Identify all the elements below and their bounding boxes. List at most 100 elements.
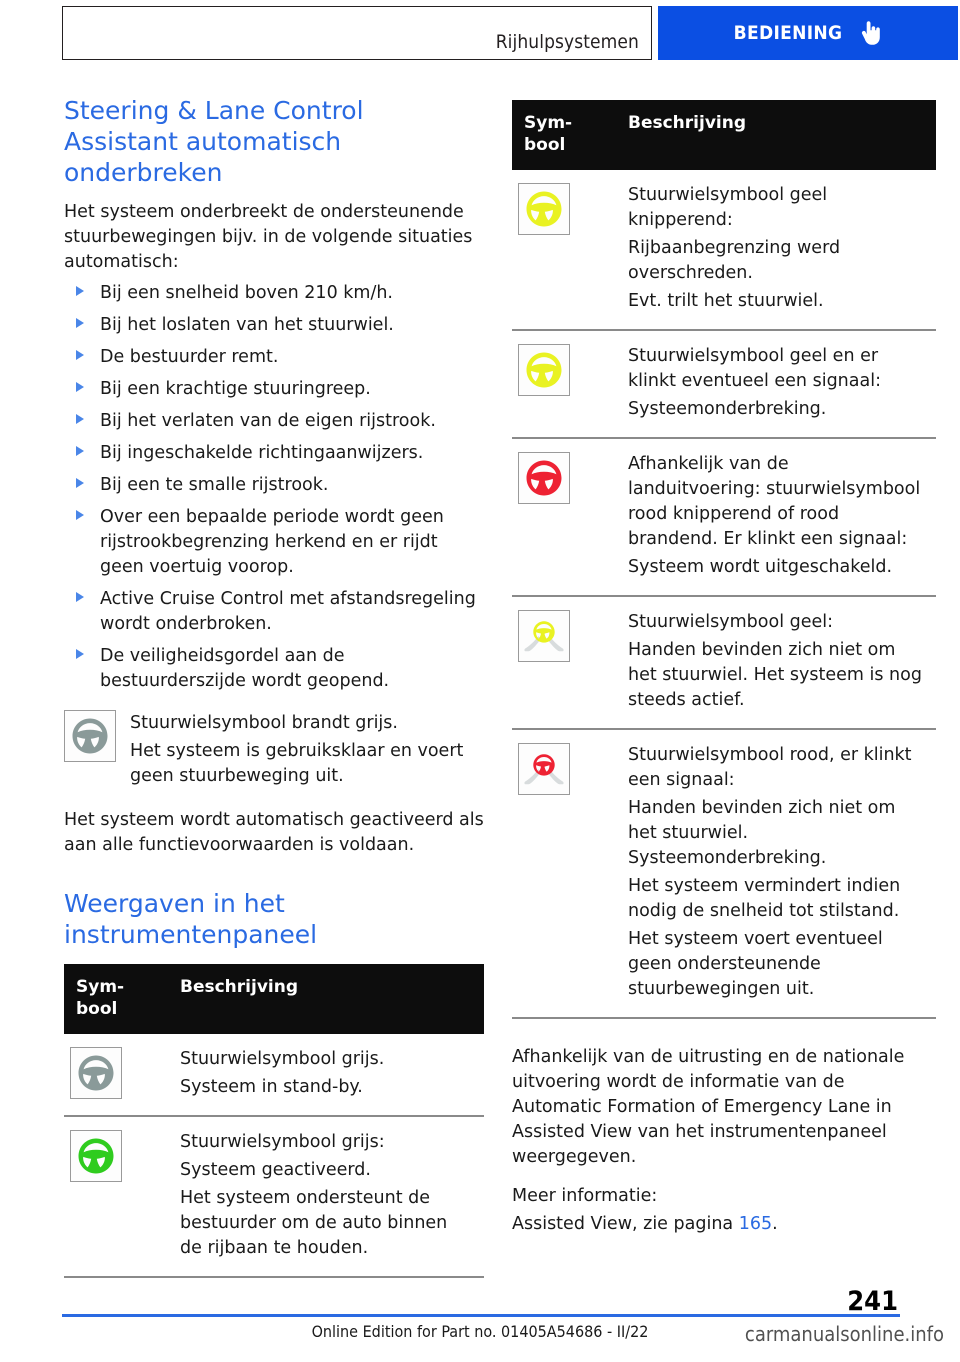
description-line: Handen bevinden zich niet om het stuurwi… (628, 640, 922, 710)
bullet-triangle-icon (76, 286, 84, 296)
description-cell: Stuurwielsymbool geel en er klinkt event… (618, 330, 936, 439)
bullet-triangle-icon (76, 382, 84, 392)
list-item: Bij ingeschakelde richtingaanwijzers. (64, 441, 484, 466)
tab-label: BEDIENING (733, 22, 843, 44)
symbol-cell (512, 596, 618, 730)
steering-wheel-green-icon (70, 1130, 122, 1182)
list-item: De bestuurder remt. (64, 345, 484, 370)
list-item: Bij het verlaten van de eigen rijstrook. (64, 409, 484, 434)
hands-off-wheel-red-icon (518, 743, 570, 795)
second-section-title: Weergaven in het instrumentenpaneel (64, 889, 318, 949)
symbol-cell (512, 330, 618, 439)
column-header-symbol: Sym- bool (512, 100, 618, 170)
page-title: Steering & Lane Control Assistant automa… (64, 96, 364, 187)
description-cell: Stuurwielsymbool geel knipperend: Rijbaa… (618, 170, 936, 331)
description-cell: Stuurwielsymbool grijs: Systeem geactive… (170, 1116, 484, 1278)
list-item-label: Bij het verlaten van de eigen rijstrook. (100, 411, 436, 431)
steering-wheel-grey-icon (64, 710, 116, 762)
description-cell: Stuurwielsymbool grijs. Systeem in stand… (170, 1034, 484, 1117)
grey-wheel-note: Stuurwielsymbool brandt grijs. Het syste… (64, 710, 484, 792)
description-line: Het systeem vermindert indien nodig de s… (628, 876, 901, 921)
hands-off-wheel-yellow-icon (518, 610, 570, 662)
description-line: Stuurwielsymbool grijs. (180, 1049, 385, 1069)
interrupt-conditions-list: Bij een snelheid boven 210 km/h. Bij het… (64, 281, 484, 694)
bullet-triangle-icon (76, 592, 84, 602)
intro-paragraph: Het systeem onderbreekt de ondersteunend… (64, 202, 473, 272)
description-cell: Stuurwielsymbool geel: Handen bevinden z… (618, 596, 936, 730)
bullet-triangle-icon (76, 510, 84, 520)
description-line: Stuurwielsymbool geel: (628, 612, 834, 632)
list-item: De veiligheidsgordel aan de bestuurdersz… (64, 644, 484, 694)
steering-wheel-red-icon (518, 452, 570, 504)
cross-reference-prefix: Assisted View, zie pagina (512, 1214, 739, 1234)
list-item: Bij een krachtige stuuringreep. (64, 377, 484, 402)
site-watermark: carmanualsonline.info (744, 1322, 944, 1346)
description-cell: Stuurwielsymbool rood, er klinkt een sig… (618, 729, 936, 1019)
description-line: Systeem geactiveerd. (180, 1160, 371, 1180)
table-row: Stuurwielsymbool geel knipperend: Rijbaa… (512, 170, 936, 331)
description-line: Stuurwielsymbool geel knipperend: (628, 185, 828, 230)
list-item: Bij het loslaten van het stuurwiel. (64, 313, 484, 338)
more-info-label: Meer informatie: (512, 1186, 658, 1206)
column-header-symbol: Sym- bool (64, 964, 170, 1034)
list-item-label: De bestuurder remt. (100, 347, 279, 367)
cross-reference-suffix: . (772, 1214, 778, 1234)
pointing-hand-icon (860, 20, 882, 46)
bullet-triangle-icon (76, 318, 84, 328)
bullet-triangle-icon (76, 446, 84, 456)
note-line: Stuurwielsymbool brandt grijs. (130, 713, 398, 733)
symbol-cell (64, 1116, 170, 1278)
description-line: Stuurwielsymbool geel en er klinkt event… (628, 346, 881, 391)
description-line: Evt. trilt het stuurwiel. (628, 291, 824, 311)
closing-paragraph: Het systeem wordt automatisch geactiveer… (64, 810, 484, 855)
list-item: Bij een te smalle rijstrook. (64, 473, 484, 498)
list-item: Active Cruise Control met afstandsregeli… (64, 587, 484, 637)
description-cell: Afhankelijk van de landuitvoering: stuur… (618, 438, 936, 597)
assisted-view-paragraph: Afhankelijk van de uitrusting en de nati… (512, 1047, 905, 1167)
table-row: Afhankelijk van de landuitvoering: stuur… (512, 438, 936, 597)
left-column: Steering & Lane Control Assistant automa… (64, 95, 484, 1278)
right-column: Sym- bool Beschrijving Stuurwielsymbool … (512, 100, 936, 1240)
manual-page: Rijhulpsystemen BEDIENING Steering & Lan… (0, 0, 960, 1362)
description-line: Stuurwielsymbool rood, er klinkt een sig… (628, 745, 912, 790)
bullet-triangle-icon (76, 414, 84, 424)
table-header-row: Sym- bool Beschrijving (64, 964, 484, 1034)
description-line: Het systeem voert eventueel geen onderst… (628, 929, 883, 999)
symbol-cell (64, 1034, 170, 1117)
symbol-cell (512, 170, 618, 331)
note-line: Het systeem is gebruiksklaar en voert ge… (130, 741, 464, 786)
table-row: Stuurwielsymbool grijs: Systeem geactive… (64, 1116, 484, 1278)
page-header: Rijhulpsystemen BEDIENING (62, 6, 958, 62)
list-item-label: Bij ingeschakelde richtingaanwijzers. (100, 443, 424, 463)
right-symbol-table: Sym- bool Beschrijving Stuurwielsymbool … (512, 100, 936, 1019)
description-line: Handen bevinden zich niet om het stuurwi… (628, 798, 896, 868)
list-item: Over een bepaalde periode wordt geen rij… (64, 505, 484, 580)
list-item-label: Bij het loslaten van het stuurwiel. (100, 315, 394, 335)
bullet-triangle-icon (76, 649, 84, 659)
column-header-description: Beschrijving (170, 964, 484, 1034)
footer-rule (62, 1314, 900, 1317)
steering-wheel-yellow-icon (518, 344, 570, 396)
breadcrumb-box: Rijhulpsystemen (62, 6, 652, 60)
description-line: Rijbaanbegrenzing werd overschreden. (628, 238, 841, 283)
steering-wheel-yellow-icon (518, 183, 570, 235)
list-item-label: Bij een snelheid boven 210 km/h. (100, 283, 393, 303)
grey-wheel-note-text: Stuurwielsymbool brandt grijs. Het syste… (130, 710, 484, 792)
list-item-label: Bij een te smalle rijstrook. (100, 475, 329, 495)
list-item-label: Over een bepaalde periode wordt geen rij… (100, 507, 444, 577)
tab-bediening[interactable]: BEDIENING (658, 6, 958, 60)
description-line: Systeemonderbreking. (628, 399, 827, 419)
table-row: Stuurwielsymbool geel: Handen bevinden z… (512, 596, 936, 730)
list-item-label: De veiligheidsgordel aan de bestuurdersz… (100, 646, 390, 691)
description-line: Het systeem ondersteunt de bestuurder om… (180, 1188, 448, 1258)
description-line: Afhankelijk van de landuitvoering: stuur… (628, 454, 921, 549)
description-line: Stuurwielsymbool grijs: (180, 1132, 385, 1152)
left-symbol-table: Sym- bool Beschrijving Stuurwielsymbool … (64, 964, 484, 1278)
list-item-label: Active Cruise Control met afstandsregeli… (100, 589, 476, 634)
list-item: Bij een snelheid boven 210 km/h. (64, 281, 484, 306)
trailing-notes: Afhankelijk van de uitrusting en de nati… (512, 1045, 936, 1237)
cross-reference: Assisted View, zie pagina 165. (512, 1212, 936, 1237)
table-row: Stuurwielsymbool geel en er klinkt event… (512, 330, 936, 439)
bullet-triangle-icon (76, 350, 84, 360)
cross-reference-page-link[interactable]: 165 (739, 1214, 772, 1234)
